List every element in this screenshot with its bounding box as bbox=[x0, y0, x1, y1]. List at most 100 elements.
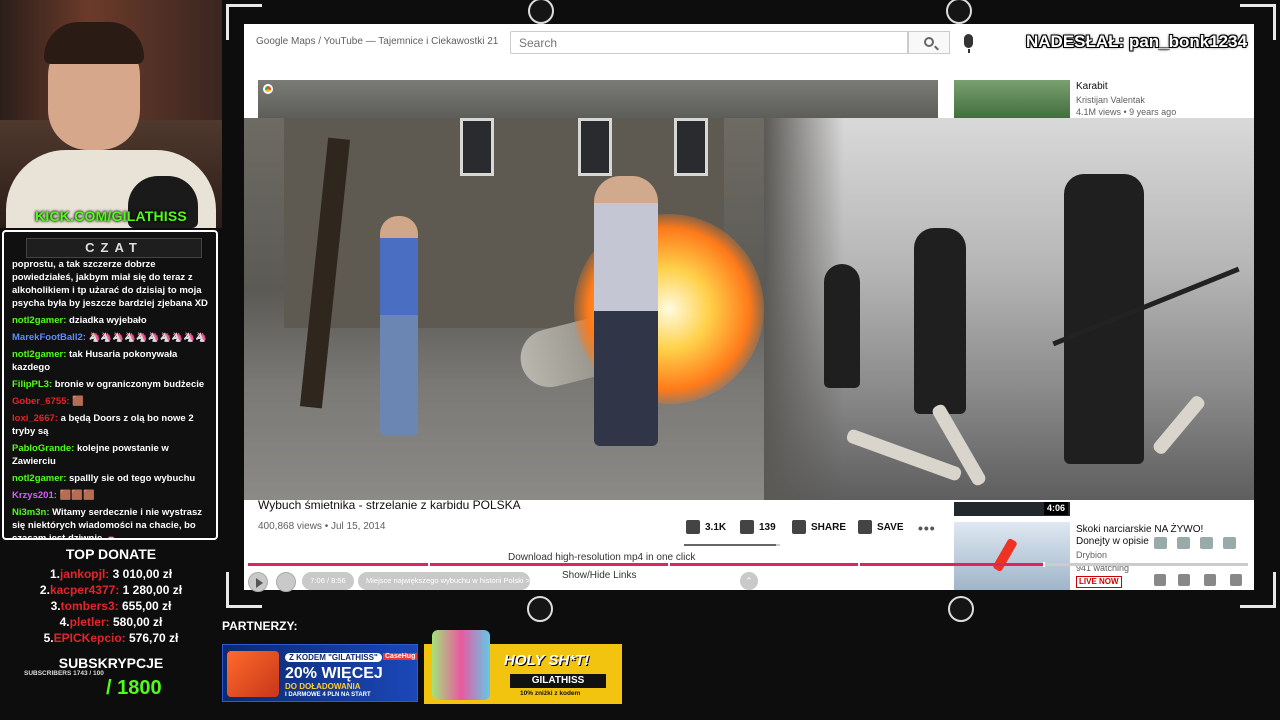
chat-message: notl2gamer: spallly sie od tego wybuchu bbox=[12, 472, 214, 485]
video-meta: 4.1M views • 9 years ago bbox=[1076, 107, 1177, 117]
search-icon bbox=[924, 37, 934, 47]
submitted-by-label: NADESŁAŁ: pan_bonk1234 bbox=[1026, 32, 1248, 51]
chapter-marker bbox=[668, 562, 670, 567]
donate-row: 5.EPICKepcio: 576,70 zł bbox=[0, 630, 222, 646]
search-input[interactable] bbox=[510, 31, 908, 54]
like-button[interactable]: 3.1K bbox=[686, 520, 726, 536]
video-thumbnail-top[interactable]: 4:06 bbox=[954, 502, 1070, 516]
chat-messages[interactable]: poprostu, a tak szczerze dobrze powiedzi… bbox=[12, 258, 214, 538]
partners-title: PARTNERZY: bbox=[222, 619, 298, 633]
chapter-marker bbox=[858, 562, 860, 567]
top-donate-title: TOP DONATE bbox=[65, 546, 157, 562]
settings-icon[interactable] bbox=[1204, 574, 1216, 586]
chat-message: Ni3m3n: Witamy serdecznie i nie wystrasz… bbox=[12, 506, 214, 538]
case-graphic bbox=[227, 651, 279, 697]
chat-message: poprostu, a tak szczerze dobrze powiedzi… bbox=[12, 258, 214, 310]
main-video-title: Wybuch śmietnika - strzelanie z karbidu … bbox=[258, 498, 521, 512]
donate-row: 3.tombers3: 655,00 zł bbox=[0, 598, 222, 614]
donate-rank: 3. bbox=[50, 599, 61, 613]
video-thumbnail[interactable] bbox=[954, 80, 1070, 120]
chat-message: FilipPL3: bronie w ograniczonym budżecie bbox=[12, 378, 214, 391]
video-player-top[interactable] bbox=[258, 80, 938, 118]
chat-username[interactable]: PabloGrande: bbox=[12, 443, 74, 454]
chrome-icon bbox=[263, 84, 273, 94]
person bbox=[380, 216, 418, 436]
autoplay-toggle[interactable] bbox=[1154, 574, 1166, 586]
logo-icon bbox=[948, 596, 974, 622]
progress-fill bbox=[248, 563, 1043, 566]
donate-row: 4.pletler: 580,00 zł bbox=[0, 614, 222, 630]
video-frame-image bbox=[244, 118, 1254, 500]
building-window bbox=[460, 118, 494, 176]
donate-name: EPICKepcio: bbox=[53, 631, 126, 645]
subscribers-counter: SUBSCRIBERS 1743 / 100 bbox=[24, 670, 104, 677]
building-window bbox=[674, 118, 708, 176]
save-button[interactable]: SAVE bbox=[858, 520, 904, 536]
chat-text: bronie w ograniczonym budżecie bbox=[54, 379, 205, 390]
holy-promo-banner[interactable]: HOLY SH*T! GILATHISS 10% zniżki z kodem bbox=[424, 630, 622, 704]
donate-name: kacper4377: bbox=[49, 583, 120, 597]
window-title: Google Maps / YouTube — Tajemnice i Ciek… bbox=[256, 36, 499, 47]
chevron-up-icon[interactable]: ⌃ bbox=[740, 572, 758, 590]
chat-message: Gober_6755: 🟫 bbox=[12, 395, 214, 408]
player-controls: Download high-resolution mp4 in one clic… bbox=[244, 548, 1254, 592]
main-video-views: 400,868 views • Jul 15, 2014 bbox=[258, 521, 386, 532]
video-duration: 4:06 bbox=[1043, 502, 1068, 515]
share-button[interactable]: SHARE bbox=[792, 520, 846, 536]
donate-rank: 4. bbox=[59, 615, 70, 629]
subtitles-icon[interactable] bbox=[1178, 574, 1190, 586]
channel-name[interactable]: Kristijan Valentak bbox=[1076, 95, 1145, 105]
chapter-button[interactable]: Miejsce największego wybuchu w historii … bbox=[358, 572, 530, 590]
chat-username[interactable]: notl2gamer: bbox=[12, 315, 66, 326]
volume-button[interactable] bbox=[276, 572, 296, 592]
dislike-button[interactable]: 139 bbox=[740, 520, 776, 536]
time-display: 7:06 / 8:56 bbox=[302, 572, 354, 590]
chat-username[interactable]: Krzys201: bbox=[12, 490, 57, 501]
logo-icon bbox=[946, 0, 972, 24]
progress-bar[interactable] bbox=[248, 562, 1248, 567]
fullscreen-icon[interactable] bbox=[1230, 574, 1242, 586]
chat-username[interactable]: notl2gamer: bbox=[12, 349, 66, 360]
soldier bbox=[914, 228, 966, 414]
chat-message: notl2gamer: dziadka wyjebało bbox=[12, 314, 214, 327]
chapter-marker bbox=[428, 562, 430, 567]
webcam-feed bbox=[0, 0, 222, 228]
log bbox=[1151, 393, 1207, 457]
promo-brand: CaseHug bbox=[383, 653, 418, 660]
share-icon bbox=[792, 520, 806, 535]
chat-username[interactable]: MarekFootBall2: bbox=[12, 332, 86, 343]
promo-headline: HOLY SH*T! bbox=[504, 652, 590, 669]
microphone-icon[interactable] bbox=[964, 34, 973, 53]
chapter-marker bbox=[1043, 562, 1045, 567]
donate-rank: 1. bbox=[49, 567, 60, 581]
chat-title: CZAT bbox=[26, 238, 202, 258]
chat-username[interactable]: Ni3m3n: bbox=[12, 507, 49, 518]
explosion-scene bbox=[244, 118, 784, 500]
more-options-icon[interactable]: ••• bbox=[918, 520, 936, 536]
casehug-promo-banner[interactable]: Z KODEM "GILATHISS" CaseHug 20% WIĘCEJ D… bbox=[222, 644, 418, 702]
chat-username[interactable]: notl2gamer: bbox=[12, 473, 66, 484]
search-button[interactable] bbox=[908, 31, 950, 54]
logo-icon bbox=[527, 596, 553, 622]
donate-amount: 655,00 zł bbox=[122, 599, 172, 613]
donate-row: 1.jankopjl: 3 010,00 zł bbox=[0, 566, 222, 582]
person bbox=[594, 176, 658, 446]
donate-amount: 576,70 zł bbox=[129, 631, 179, 645]
thumbs-down-icon bbox=[740, 520, 754, 535]
donate-name: pletler: bbox=[69, 615, 110, 629]
subscriber-goal: / 1800 bbox=[106, 677, 162, 699]
promo-code: Z KODEM "GILATHISS" bbox=[285, 653, 382, 662]
video-title[interactable]: Karabit bbox=[1076, 81, 1108, 92]
kick-channel-url: KICK.COM/GILATHISS bbox=[35, 208, 187, 224]
chat-username[interactable]: Gober_6755: bbox=[12, 396, 70, 407]
building-window bbox=[578, 118, 612, 176]
top-donate-list: 1.jankopjl: 3 010,00 zł 2.kacper4377: 1 2… bbox=[0, 566, 222, 646]
donate-amount: 3 010,00 zł bbox=[112, 567, 173, 581]
show-hide-links[interactable]: Show/Hide Links bbox=[562, 570, 636, 581]
recommended-video[interactable]: Karabit Kristijan Valentak 4.1M views • … bbox=[954, 80, 1254, 120]
play-button[interactable] bbox=[248, 572, 268, 592]
chat-username[interactable]: FilipPL3: bbox=[12, 379, 52, 390]
chat-username[interactable]: loxi_2667: bbox=[12, 413, 58, 424]
save-icon bbox=[858, 520, 872, 535]
like-ratio-fill bbox=[684, 544, 777, 546]
